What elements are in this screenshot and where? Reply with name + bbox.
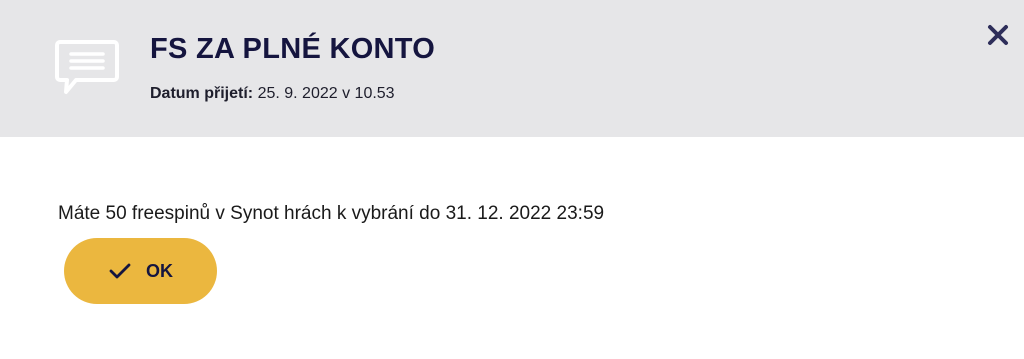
notification-message: Máte 50 freespinů v Synot hrách k vybrán… [58,203,605,224]
notification-header: FS ZA PLNÉ KONTO Datum přijetí: 25. 9. 2… [0,0,1024,137]
checkmark-icon [109,263,131,279]
ok-button[interactable]: OK [64,238,217,304]
received-date-value: 25. 9. 2022 v 10.53 [257,85,395,102]
close-icon[interactable] [986,23,1010,47]
notification-title: FS ZA PLNÉ KONTO [150,33,436,65]
received-date-label: Datum přijetí: [150,85,254,102]
speech-bubble-icon [55,40,119,94]
ok-button-label: OK [146,260,173,281]
received-date: Datum přijetí: 25. 9. 2022 v 10.53 [150,85,395,103]
